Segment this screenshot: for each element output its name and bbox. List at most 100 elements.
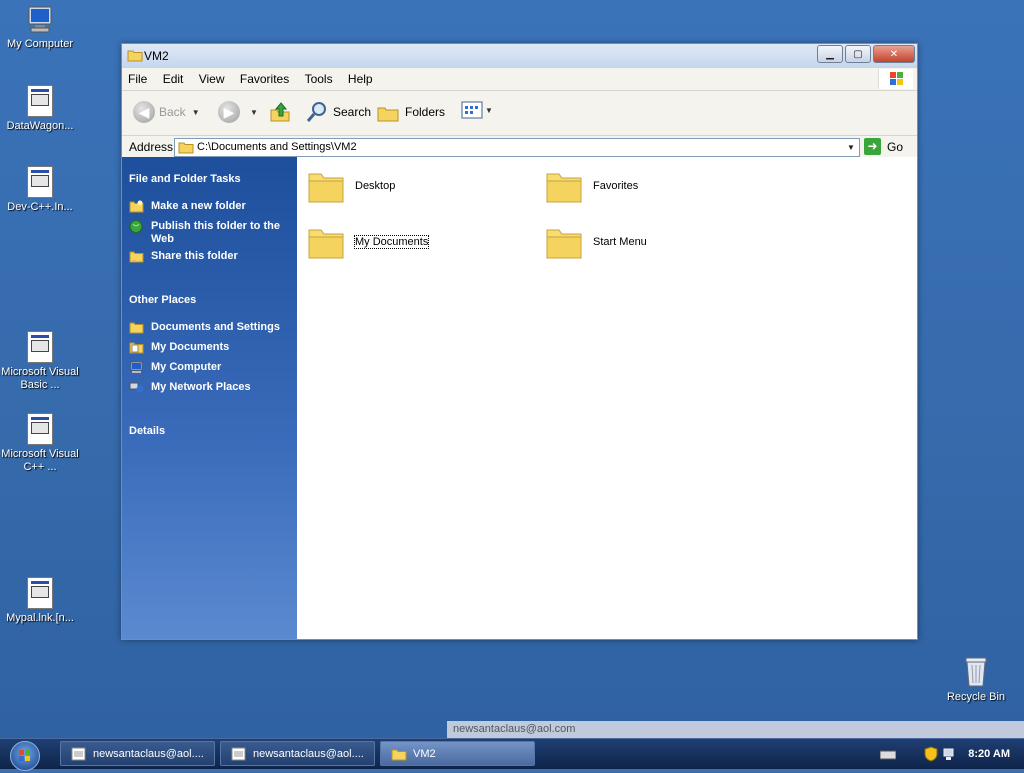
taskbar-button-label: newsantaclaus@aol.... <box>93 747 204 760</box>
search-label: Search <box>333 105 372 119</box>
minimize-button[interactable]: ▁ <box>817 45 843 63</box>
folder-icon <box>308 229 344 259</box>
clock[interactable]: 8:20 AM <box>968 748 1010 760</box>
forward-button[interactable]: ▶ ▼ <box>218 101 258 123</box>
details-heading[interactable]: Details <box>129 425 165 437</box>
place-label: My Computer <box>151 361 222 373</box>
back-button[interactable]: ◀ Back ▼ <box>133 101 200 123</box>
folder-item-favorites[interactable]: Favorites <box>545 168 638 204</box>
folder-item-my-documents[interactable]: My Documents <box>307 224 430 260</box>
menu-favorites[interactable]: Favorites <box>234 68 295 86</box>
taskbar-button-mail-2[interactable]: newsantaclaus@aol.... <box>220 741 375 766</box>
folder-name: Favorites <box>593 180 639 192</box>
up-folder-button[interactable] <box>269 101 291 123</box>
desktop-icon-label: Microsoft Visual Basic ... <box>1 366 79 391</box>
folder-item-desktop[interactable]: Desktop <box>307 168 395 204</box>
address-bar: Address C:\Documents and Settings\VM2 ▼ … <box>122 136 917 159</box>
folders-icon <box>377 107 399 122</box>
folder-icon <box>178 142 194 154</box>
search-button[interactable]: Search <box>305 101 371 123</box>
chevron-down-icon[interactable]: ▼ <box>843 139 859 156</box>
place-documents-and-settings[interactable]: Documents and Settings <box>129 321 289 334</box>
computer-icon <box>28 6 52 33</box>
address-label: Address <box>129 140 174 154</box>
desktop-icon-label: Dev-C++.In... <box>7 201 73 213</box>
taskbar-button-mail-1[interactable]: newsantaclaus@aol.... <box>60 741 215 766</box>
menu-tools[interactable]: Tools <box>299 68 339 86</box>
document-icon <box>27 577 53 609</box>
place-my-computer[interactable]: My Computer <box>129 361 289 374</box>
desktop-icon-label: My Computer <box>6 38 74 50</box>
desktop-icon-recycle-bin[interactable]: Recycle Bin <box>940 656 1012 703</box>
minimize-icon: ▁ <box>826 48 834 60</box>
recycle-bin-icon <box>965 657 987 687</box>
other-places-heading[interactable]: Other Places <box>129 294 196 306</box>
desktop-icon-my-computer[interactable]: My Computer <box>0 5 80 51</box>
globe-icon <box>129 220 143 233</box>
taskbar-button-vm2[interactable]: VM2 <box>380 741 535 766</box>
desktop-icon-visual-cpp[interactable]: Microsoft Visual C++ ... <box>0 413 80 474</box>
title-bar[interactable]: VM2 ▁ ▢ ✕ <box>122 44 917 68</box>
background-window-strip[interactable]: newsantaclaus@aol.com <box>447 721 1024 738</box>
desktop-icon-dev-cpp[interactable]: Dev-C++.In... <box>0 166 80 214</box>
security-shield-icon[interactable] <box>924 746 938 762</box>
folder-icon <box>308 173 344 203</box>
place-label: My Documents <box>151 341 230 353</box>
document-icon <box>27 85 53 117</box>
desktop-icon-label: Mypal.lnk.[n... <box>6 612 74 624</box>
start-button[interactable] <box>10 741 40 771</box>
go-button[interactable]: ➜ Go <box>864 138 903 155</box>
menu-bar: File Edit View Favorites Tools Help <box>122 68 917 91</box>
folder-icon <box>129 322 144 334</box>
task-label: Share this folder <box>151 250 238 262</box>
folders-label: Folders <box>405 105 446 119</box>
desktop-icon-mypal[interactable]: Mypal.lnk.[n... <box>0 577 80 625</box>
folders-button[interactable]: Folders <box>377 101 445 123</box>
folder-view: Desktop Favorites My Documents Start Men… <box>297 157 917 639</box>
network-status-icon[interactable] <box>942 746 956 762</box>
forward-arrow-icon: ▶ <box>218 101 240 123</box>
menu-file[interactable]: File <box>122 68 153 86</box>
document-icon <box>27 413 53 445</box>
taskbar: newsantaclaus@aol.... newsantaclaus@aol.… <box>0 738 1024 771</box>
views-button[interactable]: ▼ <box>461 101 493 119</box>
desktop-icon-datawagon[interactable]: DataWagon... <box>0 85 80 133</box>
task-share-folder[interactable]: Share this folder <box>129 250 289 263</box>
place-my-network-places[interactable]: My Network Places <box>129 381 289 394</box>
maximize-icon: ▢ <box>853 48 863 60</box>
menu-view[interactable]: View <box>193 68 231 86</box>
maximize-button[interactable]: ▢ <box>845 45 871 63</box>
taskbar-button-label: VM2 <box>413 747 436 760</box>
recycle-bin-label: Recycle Bin <box>946 691 1006 703</box>
chevron-down-icon: ▼ <box>485 105 493 115</box>
desktop: My Computer DataWagon... Dev-C++.In... M… <box>0 0 1024 738</box>
document-icon <box>27 166 53 198</box>
go-label: Go <box>887 139 904 154</box>
chevron-down-icon: ▼ <box>191 107 200 117</box>
keyboard-icon[interactable] <box>880 750 896 760</box>
desktop-icon-label: Microsoft Visual C++ ... <box>1 448 79 473</box>
close-button[interactable]: ✕ <box>873 45 915 63</box>
folder-icon <box>546 173 582 203</box>
menu-edit[interactable]: Edit <box>157 68 190 86</box>
task-publish-folder[interactable]: Publish this folder to the Web <box>129 220 289 246</box>
task-pane: File and Folder Tasks Make a new folder … <box>122 157 297 639</box>
computer-icon <box>130 361 143 373</box>
folder-name: Desktop <box>355 180 396 192</box>
desktop-icon-visual-basic[interactable]: Microsoft Visual Basic ... <box>0 331 80 392</box>
folder-icon <box>391 749 407 760</box>
new-folder-icon <box>129 200 144 213</box>
folder-item-start-menu[interactable]: Start Menu <box>545 224 647 260</box>
toolbar: ◀ Back ▼ ▶ ▼ Search Folders ▼ <box>122 91 917 136</box>
address-field[interactable]: C:\Documents and Settings\VM2 ▼ <box>174 138 860 157</box>
menu-help[interactable]: Help <box>342 68 379 86</box>
desktop-icon-label: DataWagon... <box>6 120 74 132</box>
system-tray: 8:20 AM <box>876 740 1024 768</box>
my-documents-icon <box>129 342 144 354</box>
window-title: VM2 <box>144 49 169 63</box>
place-my-documents[interactable]: My Documents <box>129 341 289 354</box>
up-folder-icon <box>270 102 290 122</box>
app-icon <box>71 747 86 760</box>
file-folder-tasks-heading[interactable]: File and Folder Tasks <box>129 173 241 185</box>
task-make-new-folder[interactable]: Make a new folder <box>129 200 289 213</box>
